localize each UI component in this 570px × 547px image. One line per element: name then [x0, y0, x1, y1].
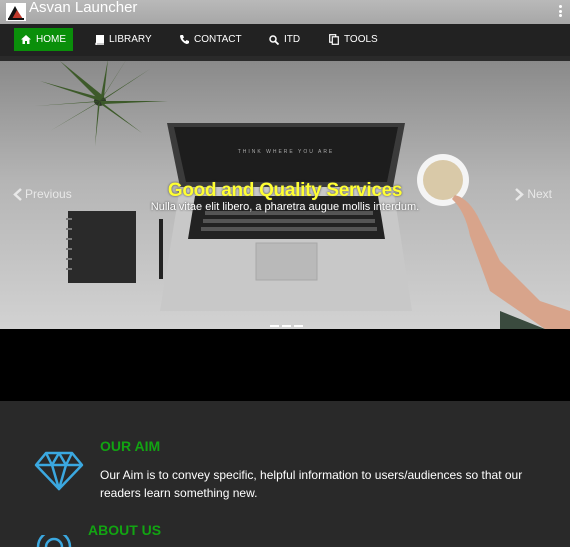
title-bar: Asvan Launcher — [0, 0, 570, 24]
copy-icon — [329, 34, 339, 45]
search-icon — [269, 34, 279, 45]
info-section: OUR AIM Our Aim is to convey specific, h… — [0, 401, 570, 547]
app-title: Asvan Launcher — [29, 0, 138, 16]
about-icon — [36, 535, 72, 547]
nav-item-contact[interactable]: CONTACT — [180, 28, 242, 51]
nav-item-home[interactable]: HOME — [14, 28, 73, 51]
app-logo-icon — [6, 3, 26, 21]
carousel-indicator[interactable] — [270, 325, 279, 327]
book-icon — [95, 34, 104, 45]
nav-item-label: TOOLS — [344, 34, 378, 45]
nav-item-tools[interactable]: TOOLS — [329, 28, 378, 51]
nav-item-library[interactable]: LIBRARY — [95, 28, 152, 51]
nav-item-label: CONTACT — [194, 34, 242, 45]
about-us-heading: ABOUT US — [88, 522, 162, 538]
main-navbar: HOME LIBRARY CONTACT ITD TOOLS — [0, 24, 570, 56]
carousel-caption-title: Good and Quality Services — [167, 180, 403, 201]
overflow-menu-icon[interactable] — [559, 5, 563, 17]
nav-item-label: HOME — [36, 34, 66, 45]
nav-item-label: LIBRARY — [109, 34, 152, 45]
our-aim-heading: OUR AIM — [100, 438, 161, 454]
nav-item-label: ITD — [284, 34, 301, 45]
carousel-indicator[interactable] — [294, 325, 303, 327]
our-aim-text: Our Aim is to convey specific, helpful i… — [100, 468, 523, 500]
nav-item-itd[interactable]: ITD — [269, 28, 300, 51]
black-band — [0, 329, 570, 401]
carousel-indicators — [270, 325, 303, 327]
phone-icon — [180, 35, 189, 44]
diamond-icon — [34, 451, 84, 491]
svg-text:THINK WHERE YOU ARE: THINK WHERE YOU ARE — [238, 149, 335, 155]
carousel-indicator[interactable] — [282, 325, 291, 327]
carousel-caption-text: Nulla vitae elit libero, a pharetra augu… — [150, 201, 420, 213]
hero-carousel: THINK WHERE YOU ARE Previous Next Good a… — [0, 61, 570, 329]
home-icon — [21, 35, 31, 44]
